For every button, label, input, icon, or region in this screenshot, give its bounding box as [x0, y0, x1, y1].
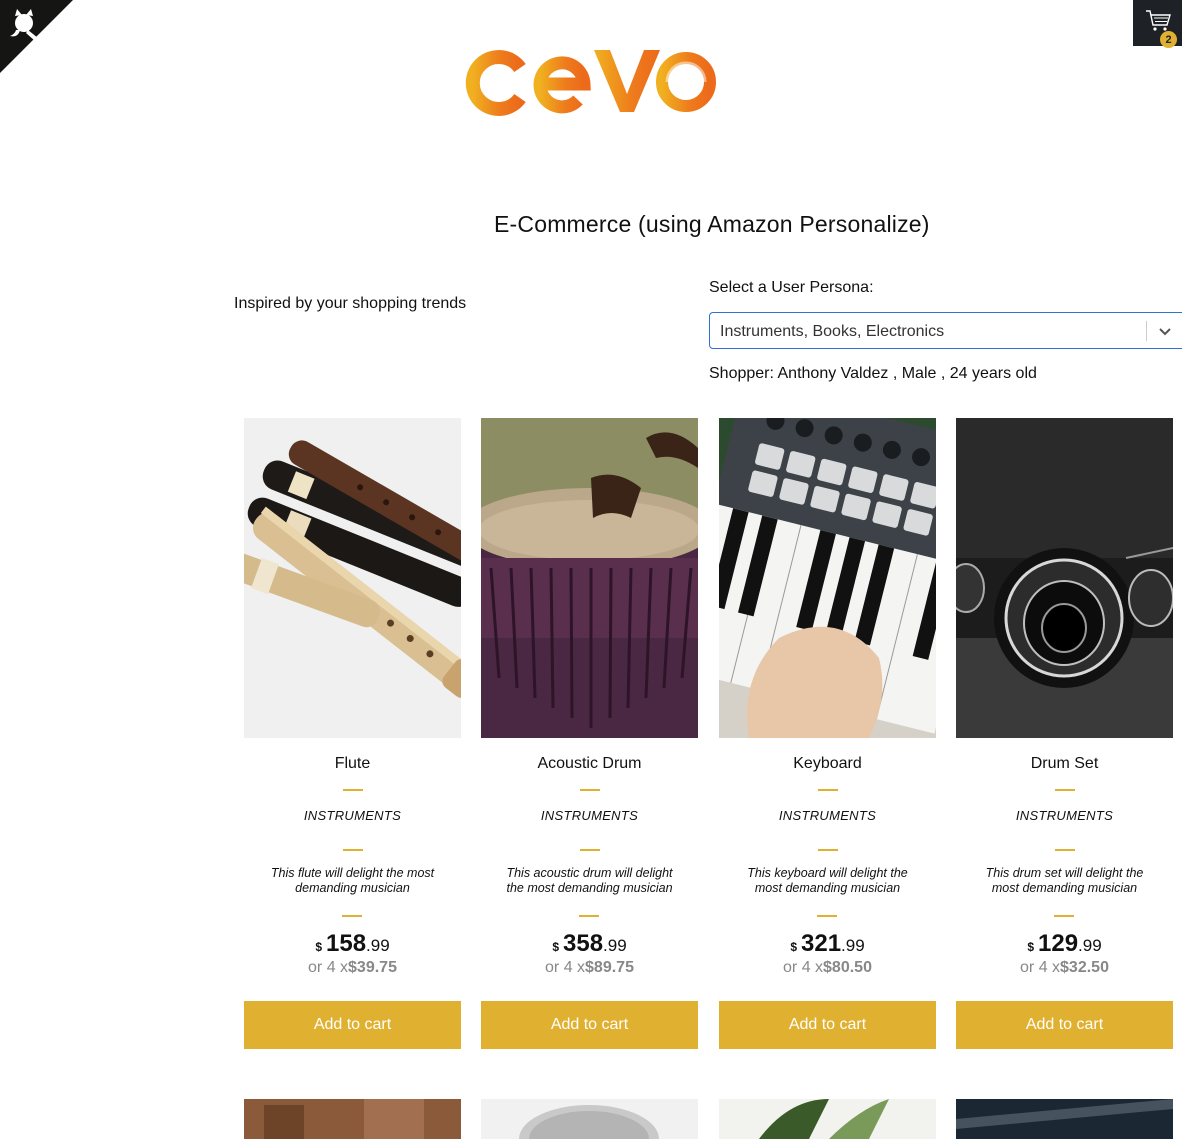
product-image-partial[interactable]: [244, 1099, 461, 1139]
product-card: Drum Set INSTRUMENTS This drum set will …: [956, 418, 1173, 1049]
page-title: E-Commerce (using Amazon Personalize): [494, 211, 930, 237]
installment-price: or 4 x$89.75: [481, 959, 698, 977]
divider: [342, 849, 363, 851]
product-price: $321.99: [719, 930, 936, 958]
currency-symbol: $: [552, 940, 559, 954]
installment-prefix: or 4 x: [783, 959, 824, 976]
divider: [1054, 915, 1074, 917]
product-description: This keyboard will delight the most dema…: [747, 866, 908, 895]
cart-button[interactable]: 2: [1133, 0, 1182, 48]
divider: [579, 915, 599, 917]
price-cents: .99: [1078, 936, 1102, 955]
product-card: Acoustic Drum INSTRUMENTS This acoustic …: [481, 418, 698, 1049]
product-description: This acoustic drum will delight the most…: [506, 866, 673, 895]
product-image-partial[interactable]: [956, 1099, 1173, 1139]
divider: [342, 789, 363, 791]
product-price: $358.99: [481, 930, 698, 958]
product-name[interactable]: Flute: [244, 755, 461, 775]
installment-price: or 4 x$80.50: [719, 959, 936, 977]
installment-prefix: or 4 x: [308, 959, 349, 976]
price-cents: .99: [603, 936, 627, 955]
divider: [579, 849, 600, 851]
currency-symbol: $: [790, 940, 797, 954]
divider: [579, 789, 600, 791]
github-corner-icon[interactable]: [0, 0, 73, 73]
installment-prefix: or 4 x: [545, 959, 586, 976]
shopping-cart-icon: [1146, 10, 1171, 31]
product-image-partial[interactable]: [719, 1099, 936, 1139]
currency-symbol: $: [315, 940, 322, 954]
installment-price: or 4 x$39.75: [244, 959, 461, 977]
add-to-cart-button[interactable]: Add to cart: [956, 1001, 1173, 1049]
product-image-keyboard[interactable]: [719, 418, 936, 738]
product-name[interactable]: Drum Set: [956, 755, 1173, 775]
product-image-acoustic-drum[interactable]: [481, 418, 698, 738]
product-category: INSTRUMENTS: [303, 808, 402, 823]
divider: [1054, 849, 1075, 851]
divider: [817, 849, 838, 851]
installment-amount: $32.50: [1060, 959, 1109, 976]
product-price: $158.99: [244, 930, 461, 958]
price-cents: .99: [841, 936, 865, 955]
product-category: INSTRUMENTS: [778, 808, 877, 823]
product-image-partial[interactable]: [481, 1099, 698, 1139]
divider: [817, 915, 837, 917]
price-whole: 321: [801, 930, 842, 957]
price-whole: 158: [326, 930, 367, 957]
product-card: Keyboard INSTRUMENTS This keyboard will …: [719, 418, 936, 1049]
price-whole: 358: [563, 930, 604, 957]
product-name[interactable]: Acoustic Drum: [481, 755, 698, 775]
price-cents: .99: [366, 936, 390, 955]
product-name[interactable]: Keyboard: [719, 755, 936, 775]
product-description: This drum set will delight the most dema…: [985, 866, 1144, 895]
product-image-drum-set[interactable]: [956, 418, 1173, 738]
installment-amount: $39.75: [348, 959, 397, 976]
shopper-info: Shopper: Anthony Valdez , Male , 24 year…: [709, 365, 1037, 382]
add-to-cart-button[interactable]: Add to cart: [719, 1001, 936, 1049]
price-whole: 129: [1038, 930, 1079, 957]
currency-symbol: $: [1027, 940, 1034, 954]
product-category: INSTRUMENTS: [1015, 808, 1114, 823]
divider: [817, 789, 838, 791]
persona-selected-value: Instruments, Books, Electronics: [720, 323, 945, 340]
divider: [342, 915, 362, 917]
add-to-cart-button[interactable]: Add to cart: [244, 1001, 461, 1049]
installment-amount: $89.75: [585, 959, 634, 976]
product-price: $129.99: [956, 930, 1173, 958]
product-image-flute[interactable]: [244, 418, 461, 738]
select-divider: [1146, 321, 1147, 341]
cart-count-badge: 2: [1160, 31, 1177, 48]
product-description: This flute will delight the most demandi…: [270, 866, 435, 895]
installment-price: or 4 x$32.50: [956, 959, 1173, 977]
persona-label: Select a User Persona:: [709, 279, 874, 296]
installment-amount: $80.50: [823, 959, 872, 976]
chevron-down-icon[interactable]: [1156, 322, 1174, 340]
add-to-cart-button[interactable]: Add to cart: [481, 1001, 698, 1049]
cevo-logo: [465, 50, 716, 116]
divider: [1054, 789, 1075, 791]
product-category: INSTRUMENTS: [540, 808, 639, 823]
product-card: Flute INSTRUMENTS This flute will deligh…: [244, 418, 461, 1049]
installment-prefix: or 4 x: [1020, 959, 1061, 976]
persona-select[interactable]: Instruments, Books, Electronics: [709, 312, 1182, 349]
section-heading: Inspired by your shopping trends: [234, 295, 467, 312]
